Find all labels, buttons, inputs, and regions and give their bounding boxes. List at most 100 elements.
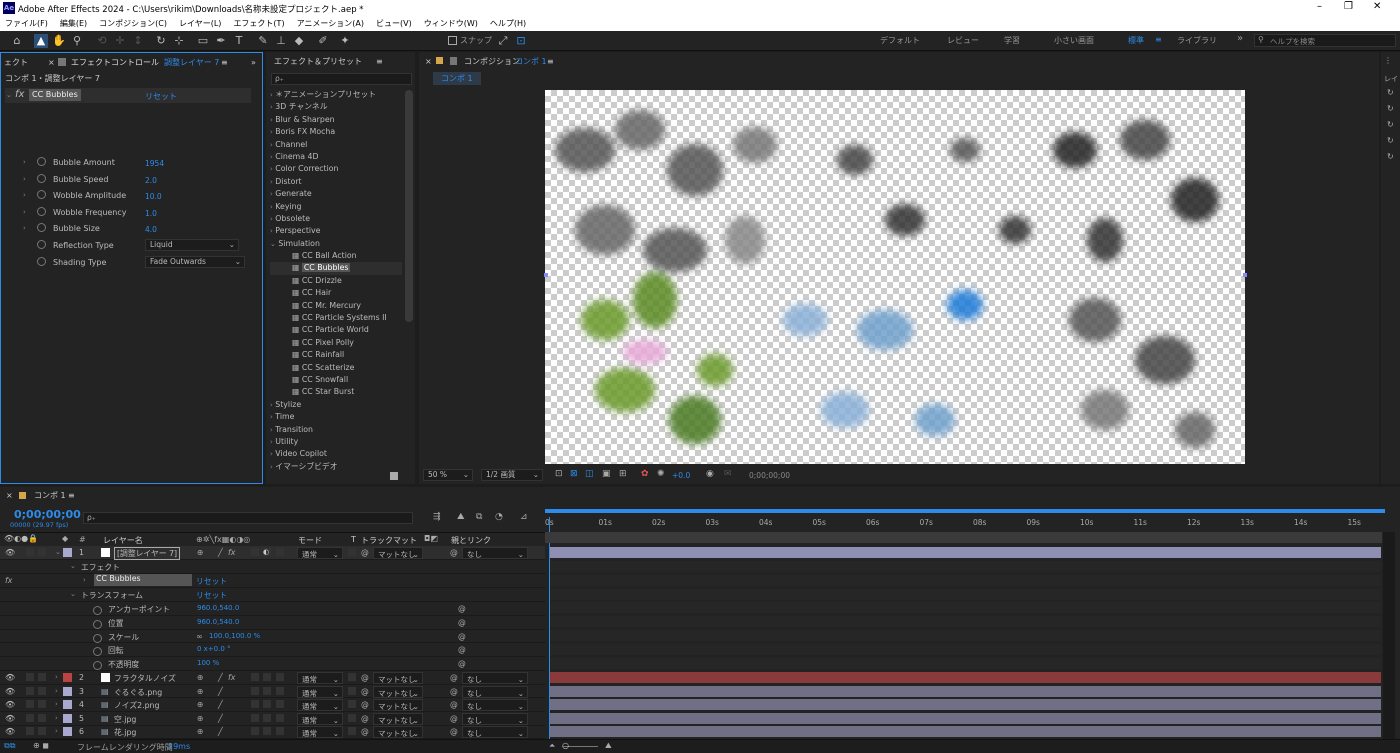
fx-icon[interactable]: fx <box>15 89 24 100</box>
rotate-icon[interactable]: ↻ <box>1387 120 1394 129</box>
effect-item[interactable]: ▦ CC Ball Action <box>270 250 402 262</box>
panel-menu-icon[interactable]: ≡ <box>221 58 228 67</box>
property-value[interactable]: 960.0,540.0 <box>197 618 239 626</box>
parent-pickwhip-icon[interactable]: @ <box>450 673 458 682</box>
comp-timecode[interactable]: 0;00;00;00 <box>749 471 790 480</box>
effect-item[interactable]: ▦ CC Scatterize <box>270 362 402 374</box>
stopwatch-icon[interactable] <box>37 256 46 268</box>
effect-category[interactable]: ⌄ Simulation <box>270 238 402 250</box>
effect-item[interactable]: ▦ CC Particle World <box>270 324 402 336</box>
chevron-right-icon[interactable]: › <box>55 673 58 681</box>
effect-item[interactable]: ▦ CC Hair <box>270 287 402 299</box>
stopwatch-icon[interactable] <box>37 190 46 201</box>
workspace-learn[interactable]: 学習 <box>1004 35 1020 46</box>
menu-file[interactable]: ファイル(F) <box>5 18 48 29</box>
expand-icon[interactable]: › <box>23 158 26 166</box>
chevron-right-icon[interactable]: › <box>270 116 273 124</box>
menu-edit[interactable]: 編集(E) <box>60 18 87 29</box>
pickwhip-icon[interactable]: @ <box>361 700 369 709</box>
property-value[interactable]: 100 % <box>197 659 219 667</box>
blend-mode-dropdown[interactable]: 通常 ⌄ <box>297 699 343 712</box>
effect-category[interactable]: › Generate <box>270 188 402 200</box>
solo-toggle[interactable] <box>26 673 34 681</box>
layer-row[interactable]: 👁 › 2 フラクタルノイズ ⊕ ╱ fx 通常 ⌄ @ マットなし ⌄ @ なし ⌄ <box>0 671 545 685</box>
layer-name[interactable]: 花.jpg <box>114 727 136 738</box>
minimize-button[interactable]: – <box>1317 1 1322 12</box>
effect-category[interactable]: › Obsolete <box>270 213 402 225</box>
quality-switch-icon[interactable]: ╱ <box>218 673 223 682</box>
lock-toggle[interactable] <box>38 686 46 695</box>
chevron-right-icon[interactable]: › <box>270 203 273 211</box>
stopwatch-icon[interactable] <box>37 206 46 218</box>
layer-duration-bar[interactable] <box>549 547 1381 558</box>
shy-switch-icon[interactable]: ⊕ <box>197 687 204 696</box>
rotate-icon[interactable]: ↻ <box>1387 152 1394 161</box>
property-value[interactable]: 960.0,540.0 <box>197 604 239 612</box>
workspace-review[interactable]: レビュー <box>947 35 979 46</box>
chevron-right-icon[interactable]: › <box>55 727 58 735</box>
puppet-tool-icon[interactable]: ✦ <box>338 34 352 48</box>
motion-blur-switch[interactable] <box>251 673 259 681</box>
solo-toggle[interactable] <box>26 548 34 556</box>
lock-toggle[interactable] <box>38 673 46 681</box>
layer-name[interactable]: フラクタルノイズ <box>114 673 176 684</box>
motion-blur-switch[interactable] <box>251 548 259 556</box>
effect-category[interactable]: › ＊アニメーションプリセット <box>270 89 402 101</box>
snap-checkbox[interactable] <box>448 36 457 45</box>
preserve-transparency-toggle[interactable] <box>348 673 356 681</box>
menu-layer[interactable]: レイヤー(L) <box>179 18 221 29</box>
pickwhip-icon[interactable]: @ <box>361 714 369 723</box>
layer-name[interactable]: ぐるぐる.png <box>114 687 162 698</box>
resolution-dropdown[interactable]: 1/2 画質 ⌄ <box>481 469 543 481</box>
rectangle-tool-icon[interactable]: ▭ <box>196 34 210 48</box>
layer-row[interactable]: 👁 › 6 ▤ 花.jpg ⊕ ╱ 通常 ⌄ @ マットなし ⌄ @ なし ⌄ <box>0 725 545 740</box>
effect-category[interactable]: › Time <box>270 411 402 423</box>
workspace-default[interactable]: デフォルト <box>880 35 920 46</box>
expand-icon[interactable]: ⌄ <box>6 91 12 99</box>
snapshot-icon[interactable]: ◉ <box>706 469 714 479</box>
pickwhip-icon[interactable]: @ <box>361 673 369 682</box>
timeline-tab[interactable]: コンポ 1 <box>34 490 66 501</box>
chevron-right-icon[interactable]: › <box>83 576 86 584</box>
effect-item[interactable]: ▦ CC Snowfall <box>270 374 402 386</box>
chevron-right-icon[interactable]: › <box>270 450 273 458</box>
pan-tool-icon[interactable]: ✛ <box>113 34 127 48</box>
chevron-right-icon[interactable]: › <box>270 426 273 434</box>
chevron-right-icon[interactable]: › <box>270 153 273 161</box>
parent-pickwhip-icon[interactable]: @ <box>450 727 458 736</box>
effect-category[interactable]: › Distort <box>270 176 402 188</box>
chevron-right-icon[interactable]: › <box>270 190 273 198</box>
layer-duration-bar[interactable] <box>549 712 1381 724</box>
parent-dropdown[interactable]: なし ⌄ <box>462 712 528 725</box>
param-value[interactable]: 1954 <box>145 159 164 168</box>
color-channels-icon[interactable]: ✿ <box>641 469 649 479</box>
effect-category[interactable]: › Utility <box>270 436 402 448</box>
scrollbar[interactable] <box>405 90 413 322</box>
close-button[interactable]: ✕ <box>1373 1 1381 12</box>
workspace-libraries[interactable]: ライブラリ <box>1177 35 1217 46</box>
close-tab-icon[interactable]: × <box>6 491 13 500</box>
chevron-right-icon[interactable]: › <box>270 141 273 149</box>
menu-view[interactable]: ビュー(V) <box>376 18 412 29</box>
motion-blur-switch[interactable] <box>251 713 259 722</box>
track-matte-dropdown[interactable]: マットなし ⌄ <box>373 726 423 739</box>
layer-name[interactable]: 空.jpg <box>114 714 136 725</box>
panel-menu-icon[interactable]: ≡ <box>376 57 383 66</box>
solo-toggle[interactable] <box>26 713 34 722</box>
layer-duration-bar[interactable] <box>549 672 1381 683</box>
dolly-tool-icon[interactable]: ↕ <box>131 34 145 48</box>
zoom-slider-handle[interactable]: ○ <box>562 741 569 750</box>
exposure-reset-icon[interactable]: ✺ <box>657 469 665 479</box>
effect-item[interactable]: ▦ CC Bubbles <box>270 262 402 275</box>
transform-handle[interactable] <box>1243 273 1247 277</box>
parent-pickwhip-icon[interactable]: @ <box>450 548 458 557</box>
layer-search-input[interactable]: ρ₊ <box>83 512 413 524</box>
menu-window[interactable]: ウィンドウ(W) <box>424 18 478 29</box>
menu-help[interactable]: ヘルプ(H) <box>490 18 526 29</box>
preserve-transparency-toggle[interactable] <box>348 727 356 736</box>
effect-category[interactable]: › 3D チャンネル <box>270 101 402 113</box>
exposure-value[interactable]: +0.0 <box>672 471 690 480</box>
col-mode[interactable]: モード <box>298 535 322 546</box>
chevron-right-icon[interactable]: › <box>270 215 273 223</box>
parent-dropdown[interactable]: なし ⌄ <box>462 726 528 739</box>
